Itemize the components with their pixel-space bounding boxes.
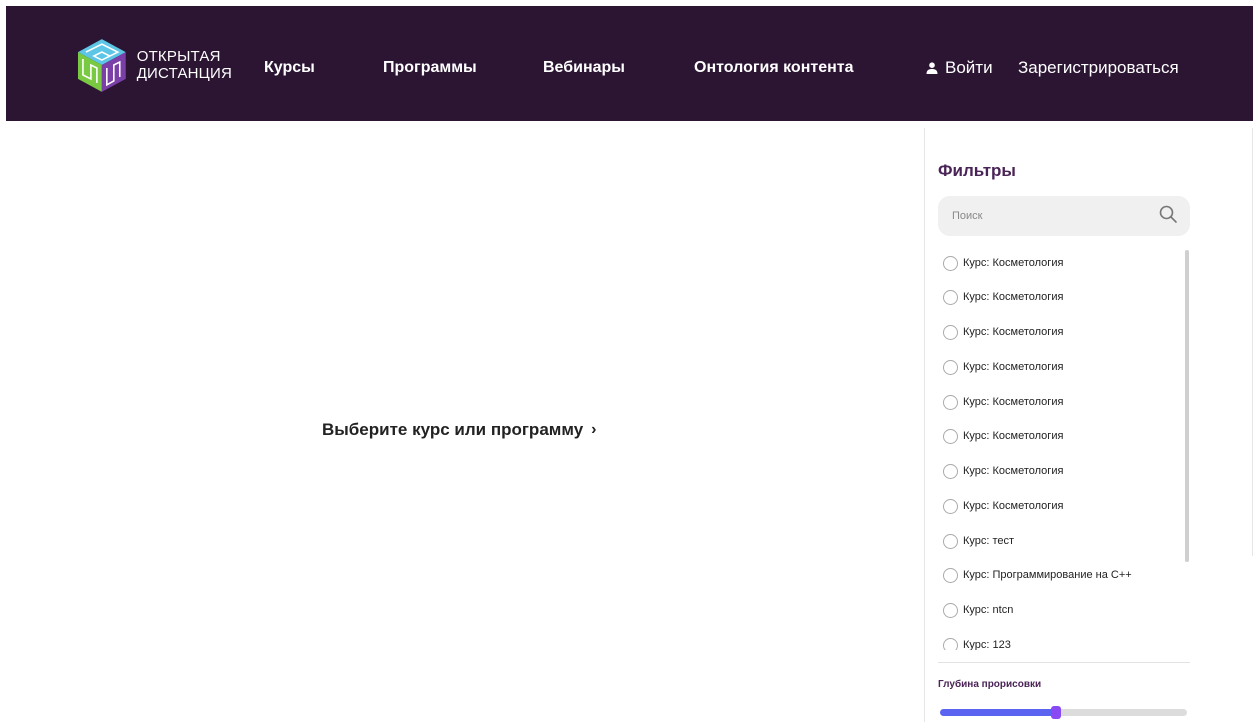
section-divider: [938, 662, 1190, 663]
filter-item[interactable]: Курс: Косметология: [940, 458, 1063, 484]
search-input[interactable]: [952, 196, 1152, 236]
filter-item-label: Курс: ntcn: [963, 604, 1014, 616]
filter-item[interactable]: Курс: Косметология: [940, 250, 1063, 276]
sidebar-divider: [924, 128, 925, 722]
chevron-right-icon: ›: [591, 421, 597, 438]
page-edge-line: [1252, 128, 1253, 556]
depth-slider[interactable]: [940, 706, 1187, 719]
radio-button[interactable]: [943, 394, 958, 410]
filter-item-label: Курс: Косметология: [963, 257, 1064, 269]
filter-item-label: Курс: 123: [963, 639, 1011, 650]
filter-list: Курс: Косметология Курс: Косметология Ку…: [940, 250, 1180, 650]
radio-button[interactable]: [943, 255, 958, 271]
depth-slider-thumb[interactable]: [1051, 706, 1061, 719]
radio-button[interactable]: [943, 289, 958, 305]
logo-line-1: ОТКРЫТАЯ: [136, 48, 221, 65]
cube-logo-icon: [77, 39, 126, 92]
filter-item[interactable]: Курс: Косметология: [940, 423, 1063, 449]
filter-item[interactable]: Курс: Косметология: [940, 389, 1063, 415]
filter-item-label: Курс: Косметология: [963, 430, 1064, 442]
prompt-text: Выберите курс или программу: [322, 420, 584, 439]
search-icon[interactable]: [1158, 204, 1178, 224]
radio-button[interactable]: [943, 533, 958, 549]
radio-button[interactable]: [943, 637, 958, 650]
filter-item[interactable]: Курс: 123: [940, 632, 1011, 650]
logo[interactable]: ОТКРЫТАЯ ДИСТАНЦИЯ: [72, 35, 232, 95]
filter-item-label: Курс: Программирование на С++: [963, 569, 1132, 581]
filter-item[interactable]: Курс: Косметология: [940, 493, 1063, 519]
filter-item[interactable]: Курс: тест: [940, 528, 1014, 554]
radio-button[interactable]: [943, 498, 958, 514]
search-box: [938, 196, 1190, 236]
radio-button[interactable]: [943, 463, 958, 479]
filter-item[interactable]: Курс: Косметология: [940, 284, 1063, 310]
filter-item-label: Курс: Косметология: [963, 396, 1064, 408]
filter-item-label: Курс: Косметология: [963, 361, 1064, 373]
login-button[interactable]: Войти: [926, 58, 993, 78]
filter-item-label: Курс: Косметология: [963, 291, 1064, 303]
filter-item[interactable]: Курс: Программирование на С++: [940, 562, 1132, 588]
nav-content-ontology[interactable]: Онтология контента: [694, 59, 853, 77]
depth-slider-fill: [940, 709, 1055, 716]
filter-item[interactable]: Курс: Косметология: [940, 319, 1063, 345]
filter-item[interactable]: Курс: ntcn: [940, 597, 1013, 623]
select-course-prompt[interactable]: Выберите курс или программу ›: [322, 420, 596, 440]
filter-item-label: Курс: Косметология: [963, 500, 1064, 512]
filter-item-label: Курс: тест: [963, 535, 1015, 547]
filter-item[interactable]: Курс: Косметология: [940, 354, 1063, 380]
logo-text: ОТКРЫТАЯ ДИСТАНЦИЯ: [137, 48, 232, 82]
nav-webinars[interactable]: Вебинары: [543, 59, 625, 77]
filter-item-label: Курс: Косметология: [963, 326, 1064, 338]
radio-button[interactable]: [943, 324, 958, 340]
nav-programs[interactable]: Программы: [383, 59, 477, 77]
login-label: Войти: [945, 58, 993, 77]
filter-list-scrollbar[interactable]: [1185, 250, 1189, 562]
user-icon: [926, 62, 938, 74]
filters-title: Фильтры: [938, 161, 1016, 180]
radio-button[interactable]: [943, 359, 958, 375]
register-link[interactable]: Зарегистрироваться: [1018, 58, 1179, 78]
radio-button[interactable]: [943, 602, 958, 618]
logo-line-2: ДИСТАНЦИЯ: [136, 65, 232, 82]
filter-item-label: Курс: Косметология: [963, 465, 1064, 477]
radio-button[interactable]: [943, 567, 958, 583]
nav-courses[interactable]: Курсы: [264, 59, 315, 77]
depth-label: Глубина прорисовки: [938, 679, 1042, 690]
top-navbar: ОТКРЫТАЯ ДИСТАНЦИЯ Курсы Программы Вебин…: [6, 6, 1253, 121]
radio-button[interactable]: [943, 428, 958, 444]
